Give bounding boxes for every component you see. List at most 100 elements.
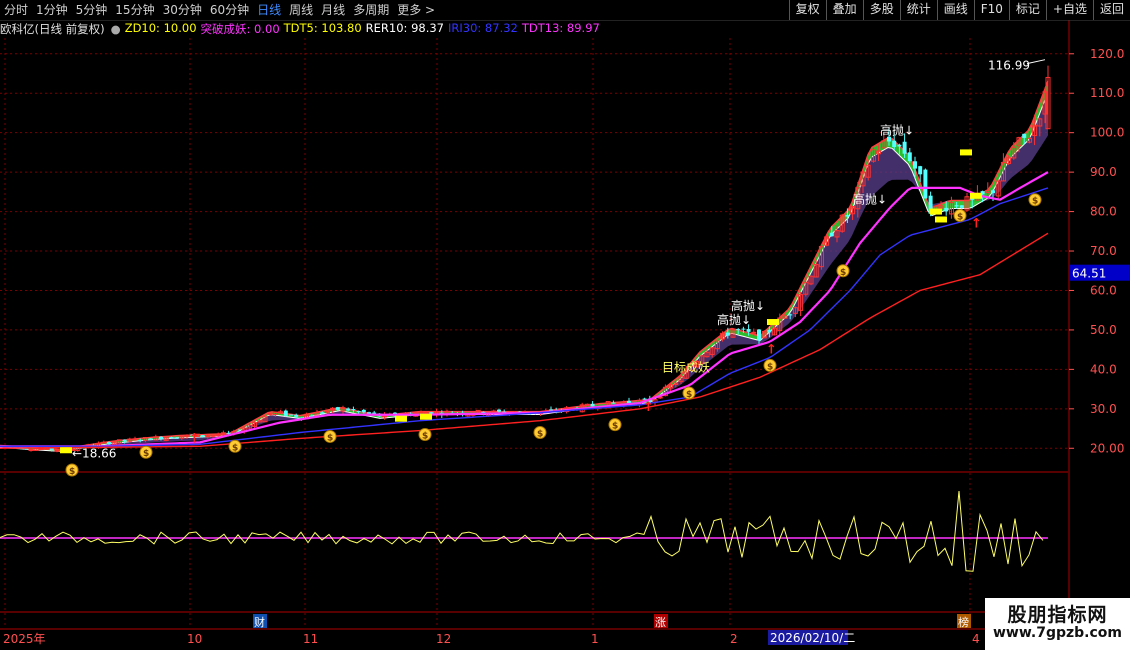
sell-signal-label-3: 高抛↓ bbox=[717, 312, 751, 327]
money-bag-icon-glyph: $ bbox=[686, 390, 692, 400]
money-bag-icon-glyph: $ bbox=[957, 213, 963, 223]
candle-body-down bbox=[767, 329, 772, 333]
candle-body-down bbox=[497, 409, 501, 412]
price-axis-label: 90.0 bbox=[1090, 165, 1117, 179]
candle-body-down bbox=[913, 161, 917, 169]
candle-body-down bbox=[159, 436, 163, 440]
candle-body-down bbox=[991, 190, 995, 194]
candle-body-down bbox=[757, 329, 761, 341]
period-tab-0[interactable]: 分时 bbox=[0, 0, 32, 20]
money-bag-icon-glyph: $ bbox=[232, 443, 238, 453]
candle-body-up bbox=[205, 435, 211, 438]
current-price-label: 64.51 bbox=[1072, 267, 1106, 281]
period-tab-1[interactable]: 1分钟 bbox=[32, 0, 72, 20]
up-arrow-icon: ↑ bbox=[971, 216, 982, 231]
function-toolbar: 复权 叠加 多股 统计 画线 F10 标记 +自选 返回 bbox=[788, 0, 1130, 20]
watermark: 股朋指标网 www.7gpzb.com bbox=[985, 598, 1130, 650]
series-line-IRI30 bbox=[0, 187, 1049, 448]
signal-box-7 bbox=[970, 192, 982, 199]
candle-body-down bbox=[122, 439, 127, 442]
candle-body-up bbox=[418, 411, 424, 414]
price-axis-label: 120.0 bbox=[1090, 47, 1124, 61]
indicator-value-5: TDT13: 89.97 bbox=[521, 21, 600, 35]
price-axis-label: 40.0 bbox=[1090, 362, 1117, 376]
signal-box-5 bbox=[935, 216, 947, 223]
toolbar-button-2[interactable]: 多股 bbox=[862, 0, 900, 20]
period-tab-3[interactable]: 15分钟 bbox=[111, 0, 158, 20]
money-bag-icon-glyph: $ bbox=[840, 268, 846, 278]
toolbar-button-6[interactable]: 标记 bbox=[1008, 0, 1046, 20]
candle-body-down bbox=[174, 437, 179, 439]
up-arrow-icon: ↑ bbox=[766, 343, 777, 358]
toolbar-button-3[interactable]: 统计 bbox=[899, 0, 937, 20]
price-axis-label: 20.00 bbox=[1090, 441, 1124, 455]
candle-body-down bbox=[907, 152, 912, 162]
period-tab-4[interactable]: 30分钟 bbox=[159, 0, 206, 20]
kline-chart[interactable]: 120.0 110.0 100.0 90.0 80.0 70.0 60.0 50.0 40.0 3… bbox=[0, 0, 1130, 650]
period-tab-6[interactable]: 日线 bbox=[253, 0, 285, 20]
candle-body-down bbox=[351, 409, 356, 411]
target-label: 目标成妖 bbox=[662, 360, 710, 374]
sell-signal-label-0: 高抛↓ bbox=[880, 123, 914, 138]
candle-body-down bbox=[590, 403, 595, 407]
candle-body-down bbox=[897, 144, 902, 147]
series-line-TDT13 bbox=[0, 171, 1049, 448]
period-tab-9[interactable]: 多周期 bbox=[349, 0, 393, 20]
candle-body-down bbox=[954, 205, 959, 207]
money-bag-icon-glyph: $ bbox=[537, 429, 543, 439]
period-tab-8[interactable]: 月线 bbox=[317, 0, 349, 20]
candle-body-up bbox=[423, 412, 429, 415]
toolbar-button-0[interactable]: 复权 bbox=[788, 0, 826, 20]
candle-body-up bbox=[101, 441, 107, 444]
candle-body-down bbox=[923, 169, 928, 199]
candle-body-down bbox=[725, 332, 730, 336]
date-axis-label: 2 bbox=[730, 632, 738, 646]
candle-body-down bbox=[346, 408, 351, 411]
price-axis-label: 50.0 bbox=[1090, 323, 1117, 337]
price-axis-label: 70.0 bbox=[1090, 244, 1117, 258]
date-axis-label: 4 bbox=[972, 632, 980, 646]
price-axis-label: 80.0 bbox=[1090, 205, 1117, 219]
candle-body-down bbox=[226, 432, 231, 434]
selected-date-label: 2026/02/10/二 bbox=[770, 631, 855, 645]
signal-box-0 bbox=[60, 447, 72, 454]
candle-body-down bbox=[829, 232, 834, 237]
candle-body-down bbox=[356, 411, 361, 413]
money-bag-icon-glyph: $ bbox=[767, 362, 773, 372]
date-axis-label: 10 bbox=[187, 632, 202, 646]
candle-body-down bbox=[169, 437, 174, 439]
candle-body-down bbox=[361, 409, 366, 413]
candle-body-up bbox=[215, 434, 221, 437]
indicator-values: ZD10: 10.00 突破成妖: 0.00 TDT5: 103.80 RER10: … bbox=[125, 21, 604, 37]
date-axis-label: 11 bbox=[303, 632, 318, 646]
watermark-url: www.7gpzb.com bbox=[992, 625, 1122, 641]
candle-body-down bbox=[107, 442, 111, 445]
indicator-value-1: 突破成妖: 0.00 bbox=[200, 22, 280, 36]
signal-box-2 bbox=[420, 413, 432, 420]
price-axis-label: 100.0 bbox=[1090, 126, 1124, 140]
candle-body-down bbox=[741, 328, 746, 330]
candle-body-up bbox=[28, 449, 34, 452]
period-tab-10[interactable]: 更多 > bbox=[393, 0, 439, 20]
period-tab-7[interactable]: 周线 bbox=[285, 0, 317, 20]
candle-body-down bbox=[294, 414, 299, 417]
sell-signal-label-1: 高抛↓ bbox=[853, 192, 887, 207]
stock-title: 欧科亿(日线 前复权) bbox=[0, 22, 105, 36]
price-axis-label: 60.0 bbox=[1090, 283, 1117, 297]
candle-body-down bbox=[148, 438, 153, 441]
toolbar-button-1[interactable]: 叠加 bbox=[825, 0, 863, 20]
candle-body-down bbox=[367, 412, 371, 414]
period-tab-2[interactable]: 5分钟 bbox=[72, 0, 112, 20]
event-tag-0: 财 bbox=[254, 615, 265, 629]
toolbar-button-8[interactable]: 返回 bbox=[1092, 0, 1130, 20]
low-price-label: ←18.66 bbox=[72, 447, 116, 461]
signal-box-6 bbox=[960, 149, 972, 156]
period-tab-5[interactable]: 60分钟 bbox=[206, 0, 253, 20]
indicator-value-3: RER10: 98.37 bbox=[365, 21, 444, 35]
date-axis-label: 1 bbox=[591, 632, 599, 646]
toolbar-button-7[interactable]: +自选 bbox=[1045, 0, 1093, 20]
candle-body-up bbox=[38, 448, 44, 451]
toolbar-button-5[interactable]: F10 bbox=[973, 0, 1009, 20]
toolbar-button-4[interactable]: 画线 bbox=[936, 0, 974, 20]
candle-body-down bbox=[959, 205, 964, 208]
